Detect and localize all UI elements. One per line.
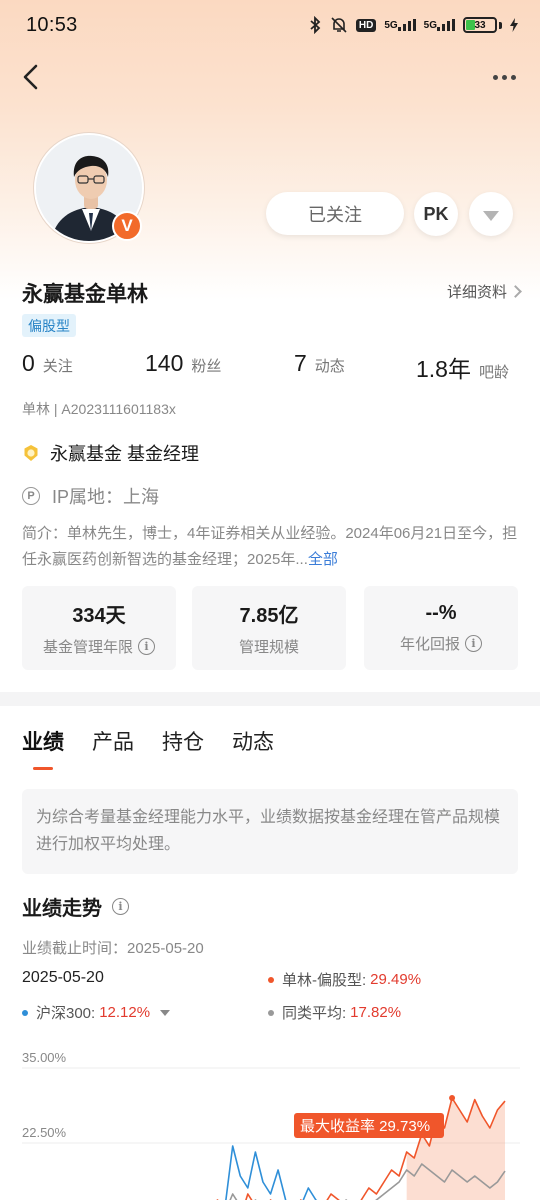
stat-number: 0 [22, 350, 35, 376]
mute-bell-icon [330, 16, 348, 34]
detail-info-link[interactable]: 详细资料 [446, 281, 522, 302]
metric-card-tenure: 334天 基金管理年限 i [22, 586, 176, 670]
charging-icon [510, 18, 518, 32]
legend-date: 2025-05-20 [22, 969, 104, 986]
legend-dot [268, 1009, 274, 1016]
tab-bar: 业绩 产品 持仓 动态 [22, 726, 274, 770]
metric-label: 年化回报 [399, 636, 460, 653]
legend-value: 17.82% [350, 1004, 402, 1021]
more-dot [492, 74, 498, 80]
legend-manager: 单林-偏股型: 29.49% [268, 969, 421, 990]
more-menu-button[interactable] [488, 61, 520, 93]
ip-location: IP属地：上海 [52, 487, 160, 507]
stat-number: 1.8年 [416, 356, 471, 382]
battery-icon: 33 [463, 17, 497, 33]
bluetooth-icon [308, 16, 322, 34]
max-point-marker [449, 1095, 456, 1101]
back-arrow-icon [23, 64, 38, 90]
stat-number: 7 [294, 350, 307, 376]
user-id: 单林 | A2023111601183x [22, 401, 176, 417]
tab-holdings[interactable]: 持仓 [162, 726, 204, 770]
stat-label: 关注 [42, 358, 73, 375]
more-dot [510, 74, 516, 80]
medal-icon [24, 445, 38, 461]
signal-icon-2: 5G [424, 19, 455, 31]
legend-value: 29.49% [370, 971, 422, 988]
legend-dot [22, 1009, 28, 1016]
legend-dot [268, 976, 274, 983]
metric-card-scale: 7.85亿 管理规模 [192, 586, 346, 670]
ip-location-row: P IP属地：上海 [22, 483, 159, 509]
followed-button[interactable]: 已关注 [266, 192, 404, 235]
intro-body: 简介：单林先生，博士，4年证券相关从业经验。2024年06月21日至今，担任永赢… [22, 525, 518, 568]
legend-name: 同类平均: [282, 1005, 347, 1022]
caret-down-icon[interactable] [160, 1009, 171, 1016]
stat-fans[interactable]: 140 粉丝 [145, 350, 221, 377]
legend-name: 单林-偏股型: [282, 972, 367, 989]
section-divider [0, 692, 540, 706]
legend-name: 沪深300: [36, 1005, 96, 1022]
intro-more-link[interactable]: 全部 [308, 551, 338, 568]
signal-icon-1: 5G [384, 19, 416, 31]
stat-label: 动态 [314, 358, 345, 375]
metric-label-row: 管理规模 [239, 636, 299, 657]
notice-box: 为综合考量基金经理能力水平，业绩数据按基金经理在管产品规模进行加权平均处理。 [22, 789, 518, 874]
intro-text: 简介：单林先生，博士，4年证券相关从业经验。2024年06月21日至今，担任永赢… [22, 521, 522, 573]
fund-type-tag: 偏股型 [22, 314, 76, 337]
metric-label-row: 年化回报 i [400, 633, 482, 654]
y-tick-label: 22.50% [22, 1125, 67, 1140]
status-bar: 10:53 HD 5G 5G 33 [0, 0, 540, 50]
status-icons: HD 5G 5G 33 [308, 16, 518, 34]
location-p-icon: P [22, 487, 40, 505]
battery-tip [499, 21, 502, 29]
tab-performance[interactable]: 业绩 [22, 726, 64, 770]
caret-down-icon [483, 210, 499, 221]
verified-badge-icon: V [112, 211, 142, 241]
stat-label: 粉丝 [191, 358, 222, 375]
cutoff-date: 业绩截止时间：2025-05-20 [22, 940, 204, 957]
metric-label: 管理规模 [238, 639, 299, 656]
stat-label: 吧龄 [478, 364, 509, 381]
manager-name: 永赢基金单林 [22, 283, 148, 306]
legend-benchmark[interactable]: 沪深300: 12.12% [22, 1002, 171, 1023]
performance-chart[interactable]: 35.00% 22.50% 最大收益率 29.73% [0, 1050, 540, 1200]
more-dot [501, 74, 507, 80]
y-tick-label: 35.00% [22, 1050, 67, 1065]
stat-age[interactable]: 1.8年 吧龄 [416, 350, 509, 384]
max-return-callout: 最大收益率 29.73% [300, 1118, 430, 1135]
performance-title: 业绩走势 [22, 898, 102, 920]
status-time: 10:53 [26, 13, 78, 36]
stat-posts[interactable]: 7 动态 [294, 350, 345, 377]
detail-info-label: 详细资料 [446, 284, 507, 301]
stats-row: 0 关注 140 粉丝 7 动态 1.8年 吧龄 [22, 350, 520, 386]
metric-value: 7.85亿 [239, 605, 299, 627]
tab-posts[interactable]: 动态 [232, 726, 274, 770]
dropdown-button[interactable] [469, 192, 513, 236]
legend-peer-average: 同类平均: 17.82% [268, 1002, 401, 1023]
hd-voice-icon: HD [355, 18, 377, 32]
stat-following[interactable]: 0 关注 [22, 350, 73, 377]
avatar-container[interactable]: V [34, 133, 144, 243]
metric-value: --% [425, 602, 457, 624]
company-title: 永赢基金 基金经理 [50, 444, 200, 464]
info-icon[interactable]: i [138, 638, 155, 655]
back-button[interactable] [16, 61, 48, 93]
chevron-right-icon [509, 285, 522, 298]
pk-button[interactable]: PK [414, 192, 458, 236]
legend-value: 12.12% [99, 1004, 151, 1021]
metric-card-annual-return: --% 年化回报 i [364, 586, 518, 670]
info-icon[interactable]: i [112, 898, 129, 915]
stat-number: 140 [145, 350, 184, 376]
info-icon[interactable]: i [465, 635, 482, 652]
metric-value: 334天 [72, 605, 126, 627]
metric-label-row: 基金管理年限 i [43, 636, 155, 657]
tab-products[interactable]: 产品 [92, 726, 134, 770]
metric-label: 基金管理年限 [42, 639, 133, 656]
performance-title-row: 业绩走势 i [22, 892, 129, 921]
top-nav [0, 55, 540, 101]
company-row: 永赢基金 基金经理 [22, 440, 199, 466]
